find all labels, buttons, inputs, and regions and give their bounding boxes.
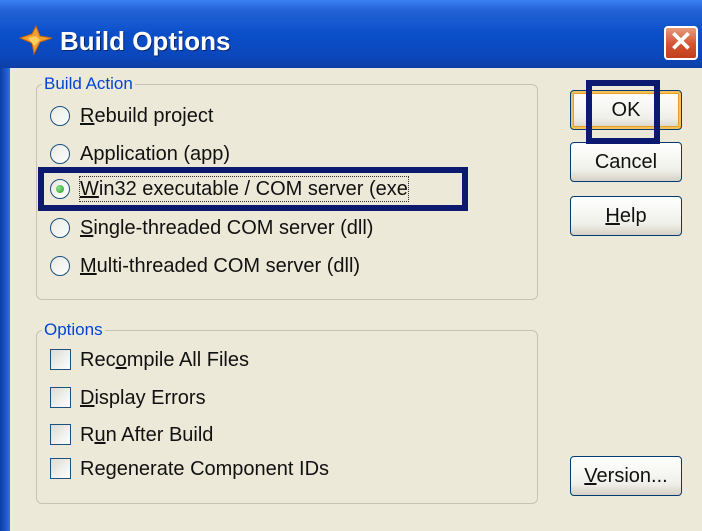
help-button[interactable]: Help: [570, 196, 682, 236]
radio-selected-dot: [56, 185, 64, 193]
radio-application-app[interactable]: Application (app): [50, 138, 430, 170]
close-icon: ✕: [669, 26, 693, 57]
checkbox-label: Display Errors: [80, 387, 206, 409]
checkbox-label: Run After Build: [80, 424, 214, 446]
close-button[interactable]: ✕: [664, 26, 698, 60]
window-title: Build Options: [60, 26, 231, 56]
checkbox-recompile-all-files[interactable]: Recompile All Files: [50, 344, 430, 376]
radio-single-threaded-com[interactable]: Single-threaded COM server (dll): [50, 212, 430, 244]
radio-button[interactable]: [50, 144, 70, 164]
cancel-button[interactable]: Cancel: [570, 142, 682, 182]
checkbox[interactable]: [50, 349, 71, 370]
checkbox-label: Regenerate Component IDs: [80, 458, 330, 480]
checkbox-run-after-build[interactable]: Run After Build: [50, 419, 430, 451]
radio-label: Win32 executable / COM server (exe: [79, 176, 409, 202]
radio-rebuild-project[interactable]: Rebuild project: [50, 100, 430, 132]
checkbox[interactable]: [50, 458, 71, 479]
radio-label: Application (app): [80, 143, 231, 165]
options-group-label: Options: [42, 320, 105, 340]
checkbox-regenerate-component-ids[interactable]: Regenerate Component IDs: [50, 453, 430, 485]
title-bar[interactable]: Build Options ✕: [0, 0, 702, 68]
window-left-border: [0, 68, 10, 531]
build-action-group-label: Build Action: [42, 74, 135, 94]
radio-win32-executable[interactable]: Win32 executable / COM server (exe: [50, 173, 450, 205]
app-logo-icon: [18, 24, 53, 56]
ok-button[interactable]: OK: [570, 90, 682, 130]
radio-label: Single-threaded COM server (dll): [80, 217, 374, 239]
checkbox-display-errors[interactable]: Display Errors: [50, 382, 430, 414]
radio-multi-threaded-com[interactable]: Multi-threaded COM server (dll): [50, 250, 430, 282]
checkbox-label: Recompile All Files: [80, 349, 249, 371]
version-button[interactable]: Version...: [570, 456, 682, 496]
checkbox[interactable]: [50, 424, 71, 445]
radio-button[interactable]: [50, 106, 70, 126]
radio-button[interactable]: [50, 256, 70, 276]
checkbox[interactable]: [50, 387, 71, 408]
radio-button[interactable]: [50, 218, 70, 238]
radio-button-selected[interactable]: [50, 179, 70, 199]
build-options-dialog: Build Options ✕ Build Action Rebuild pro…: [0, 0, 702, 531]
radio-label: Rebuild project: [80, 105, 214, 127]
radio-label: Multi-threaded COM server (dll): [80, 255, 361, 277]
